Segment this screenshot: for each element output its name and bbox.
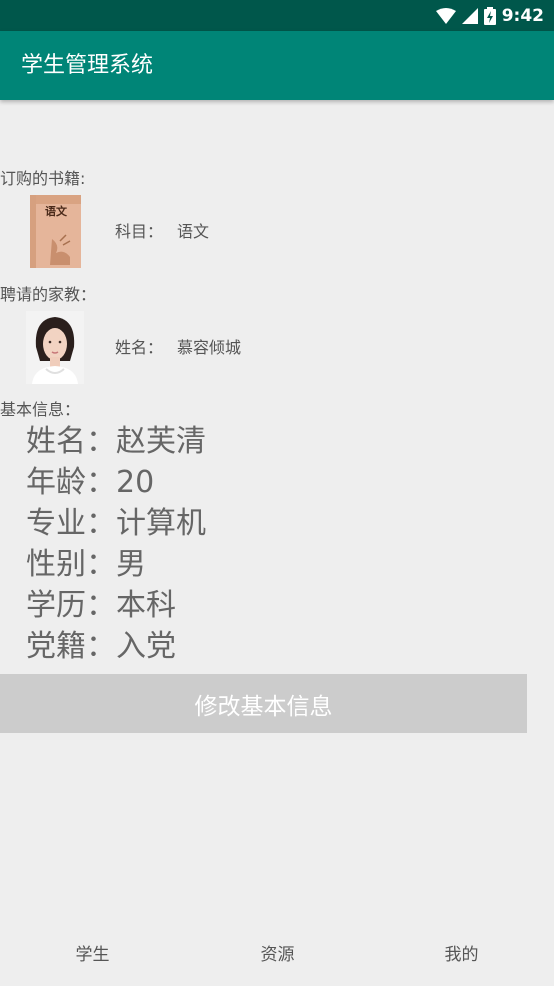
bottom-navigation: 学生 资源 我的 [0, 920, 554, 984]
nav-tab-student[interactable]: 学生 [0, 920, 185, 984]
tutor-name-row: 姓名： 慕容倾城 [115, 338, 241, 358]
nav-tab-resources[interactable]: 资源 [185, 920, 370, 984]
info-label: 性别： [26, 547, 116, 582]
tutor-photo[interactable] [26, 311, 84, 384]
tutor-portrait [26, 311, 84, 384]
info-age-row: 年龄： 20 [26, 464, 154, 502]
status-icons: 9:42 [435, 0, 544, 31]
subject-value: 语文 [177, 222, 210, 241]
tutor-name-label: 姓名： [115, 338, 164, 357]
battery-icon [483, 6, 496, 25]
book-subject-row: 科目： 语文 [115, 222, 209, 242]
nav-tab-mine[interactable]: 我的 [369, 920, 554, 984]
info-gender-row: 性别： 男 [26, 546, 146, 584]
subject-label: 科目： [115, 222, 164, 241]
status-bar: 9:42 [0, 0, 554, 31]
info-education-row: 学历： 本科 [26, 587, 176, 625]
info-label: 姓名： [26, 424, 116, 459]
tutor-name-value: 慕容倾城 [177, 338, 242, 357]
signal-icon [461, 7, 478, 24]
info-value: 本科 [116, 588, 176, 623]
book-cover-title: 语文 [45, 205, 67, 218]
info-major-row: 专业： 计算机 [26, 505, 206, 543]
app-bar: 学生管理系统 [0, 31, 554, 100]
books-section-label: 订购的书籍: [0, 169, 86, 188]
info-value: 入党 [116, 629, 176, 664]
info-value: 20 [116, 465, 155, 500]
info-label: 学历： [26, 588, 116, 623]
basic-info-section-label: 基本信息： [0, 400, 81, 419]
tutor-section-label: 聘请的家教： [0, 285, 97, 304]
edit-basic-info-button[interactable]: 修改基本信息 [0, 674, 527, 733]
info-value: 赵芙清 [116, 424, 206, 459]
app-title: 学生管理系统 [21, 53, 154, 78]
status-time: 9:42 [501, 5, 544, 26]
info-party-row: 党籍： 入党 [26, 628, 176, 666]
info-name-row: 姓名： 赵芙清 [26, 423, 206, 461]
info-label: 专业： [26, 506, 116, 541]
info-label: 党籍： [26, 629, 116, 664]
wifi-icon [435, 7, 456, 24]
book-cover-image[interactable]: 语文 [30, 195, 81, 268]
info-value: 计算机 [116, 506, 206, 541]
info-value: 男 [116, 547, 146, 582]
info-label: 年龄： [26, 465, 116, 500]
